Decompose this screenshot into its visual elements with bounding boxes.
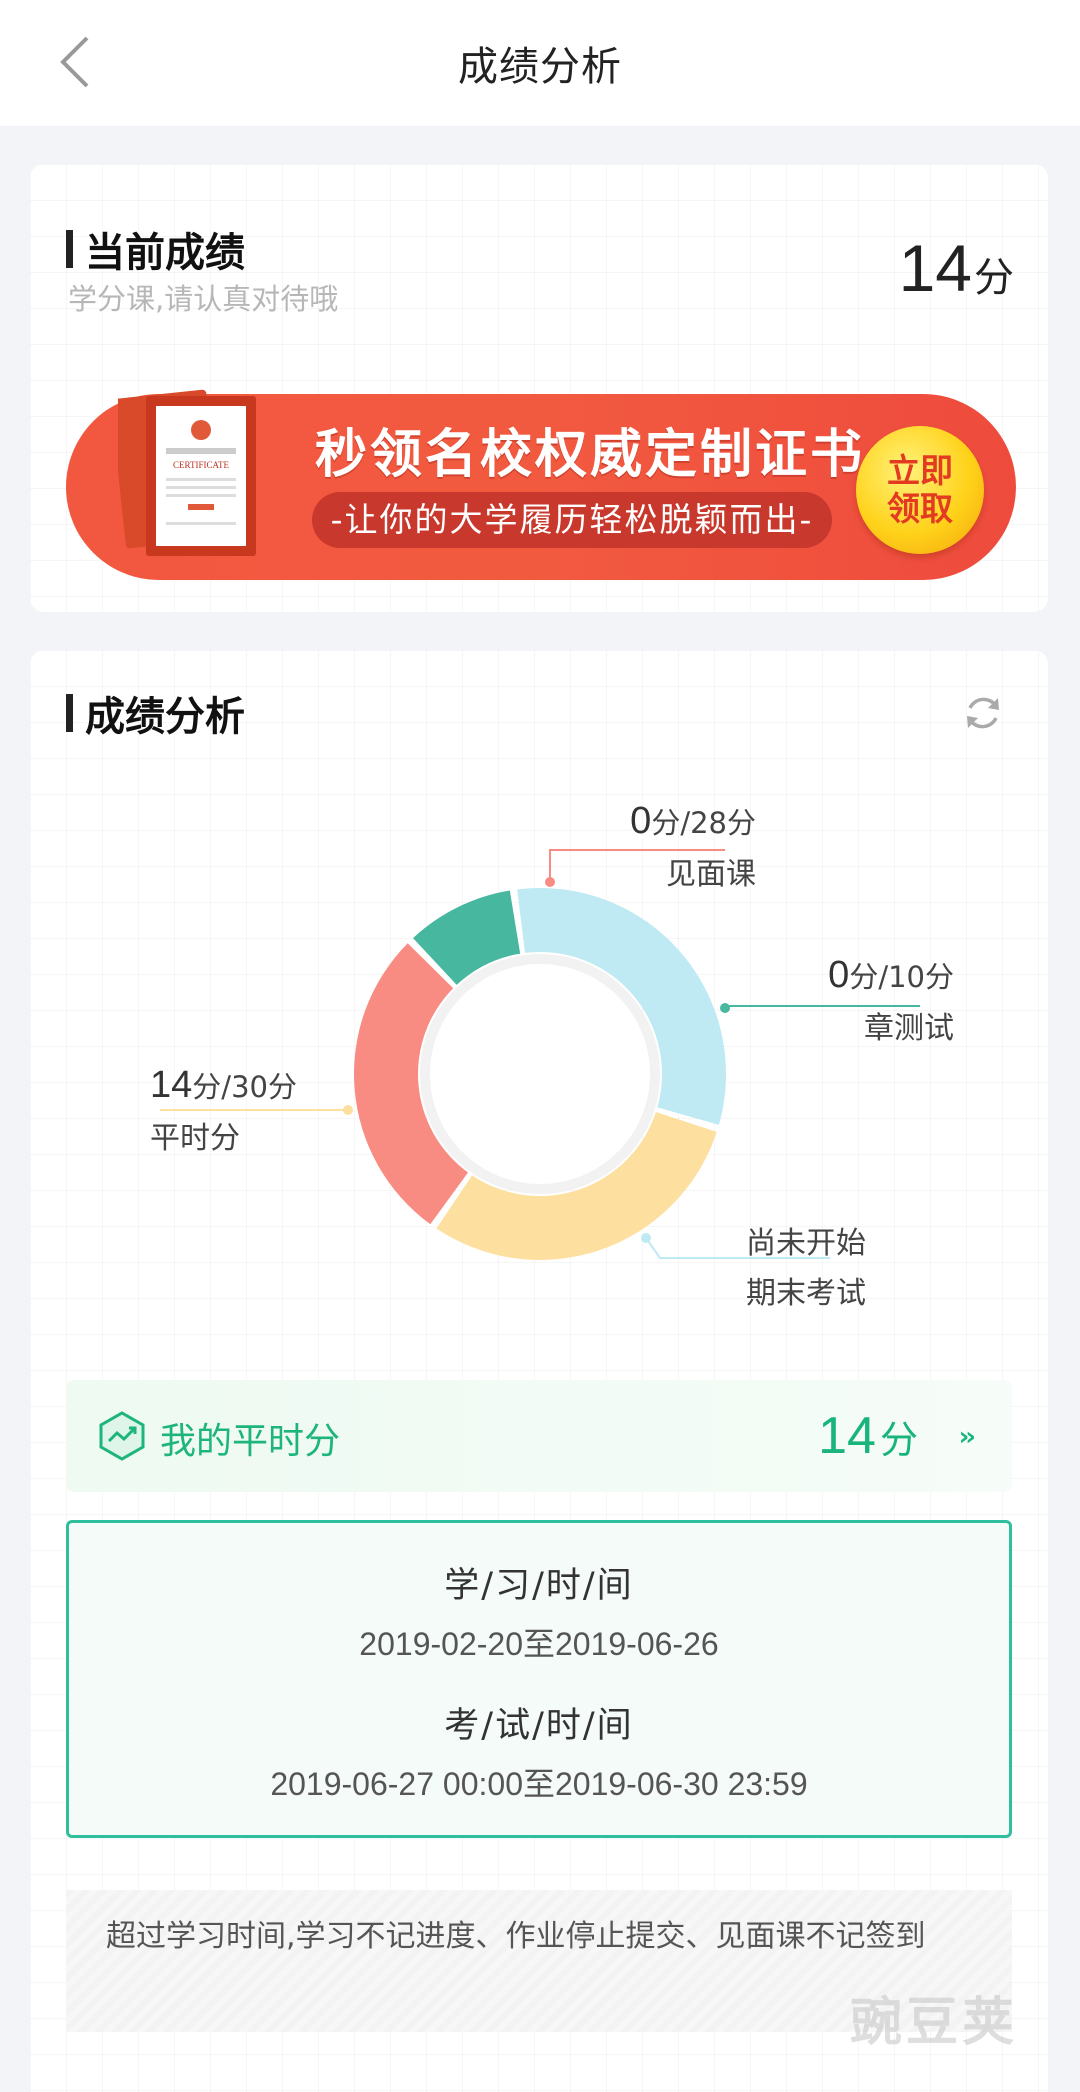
- page-title: 成绩分析: [458, 44, 622, 90]
- chart-label-meeting: 0分/28分 见面课: [586, 800, 756, 893]
- study-time-box: 学/习/时/间 2019-02-20至2019-06-26 考/试/时/间 20…: [66, 1520, 1012, 1838]
- claim-label-2: 领取: [887, 489, 953, 528]
- my-regular-score-value: 14 分: [818, 1406, 918, 1466]
- claim-label-1: 立即: [887, 451, 953, 490]
- svg-text:CERTIFICATE: CERTIFICATE: [173, 460, 229, 470]
- meeting-name: 见面课: [666, 857, 756, 892]
- study-time-heading: 学/习/时/间: [444, 1566, 634, 1606]
- my-regular-score-number: 14: [818, 1407, 876, 1465]
- exam-time-heading: 考/试/时/间: [444, 1706, 634, 1746]
- nav-bar: 成绩分析: [0, 0, 1080, 126]
- certificate-icon: CERTIFICATE: [118, 389, 256, 556]
- chart-label-regular: 14分/30分 平时分: [150, 1064, 350, 1157]
- donut-core: [430, 964, 650, 1184]
- regular-name: 平时分: [150, 1121, 240, 1156]
- regular-total: 分/30分: [192, 1070, 297, 1104]
- chapter-name: 章测试: [864, 1011, 954, 1046]
- my-regular-score-unit: 分: [879, 1418, 918, 1462]
- watermark-logo: 豌豆荚: [849, 1993, 1018, 2053]
- chart-label-chapter: 0分/10分 章测试: [770, 954, 954, 1047]
- banner-headline: 秒领名校权威定制证书: [314, 425, 865, 485]
- final-status: 尚未开始: [746, 1226, 866, 1261]
- chevron-left-icon: [60, 36, 89, 88]
- double-chevron-right-icon: ››: [958, 1422, 977, 1452]
- back-button[interactable]: [44, 30, 104, 94]
- exam-time-range: 2019-06-27 00:00至2019-06-30 23:59: [270, 1766, 808, 1802]
- current-score-card: 当前成绩 学分课,请认真对待哦 14 分 CERTIFICATE 秒领名校权威定…: [30, 164, 1048, 612]
- current-score-header: 当前成绩: [66, 220, 245, 278]
- chapter-score: 0: [828, 954, 850, 996]
- chapter-total: 分/10分: [849, 960, 954, 994]
- my-regular-score-row[interactable]: 我的平时分 14 分 ››: [66, 1380, 1012, 1492]
- banner-subline: -让你的大学履历轻松脱颖而出-: [312, 492, 832, 548]
- current-score-title: 当前成绩: [85, 230, 245, 276]
- current-score-value: 14 分: [899, 230, 1014, 306]
- leader-dot-0: [545, 877, 555, 887]
- regular-score: 14: [150, 1064, 193, 1106]
- my-regular-score-label: 我的平时分: [160, 1421, 341, 1462]
- current-score-unit: 分: [974, 255, 1014, 301]
- current-score-number: 14: [898, 231, 972, 305]
- section-bar: [66, 230, 73, 268]
- current-score-subtitle: 学分课,请认真对待哦: [68, 282, 339, 316]
- trend-badge-icon: [99, 1411, 145, 1461]
- leader-dot-3: [641, 1233, 651, 1243]
- analysis-card: 成绩分析 0分/28分 见面课 0分/10分 章测试 14分/30分 平时分 尚…: [30, 650, 1048, 2092]
- meeting-score: 0: [630, 800, 652, 842]
- claim-now-button[interactable]: 立即 领取: [856, 426, 984, 554]
- meeting-total: 分/28分: [651, 806, 756, 840]
- leader-dot-1: [720, 1003, 730, 1013]
- chart-label-final: 尚未开始 期末考试: [696, 1218, 866, 1312]
- study-time-range: 2019-02-20至2019-06-26: [359, 1626, 719, 1662]
- final-name: 期末考试: [746, 1276, 866, 1311]
